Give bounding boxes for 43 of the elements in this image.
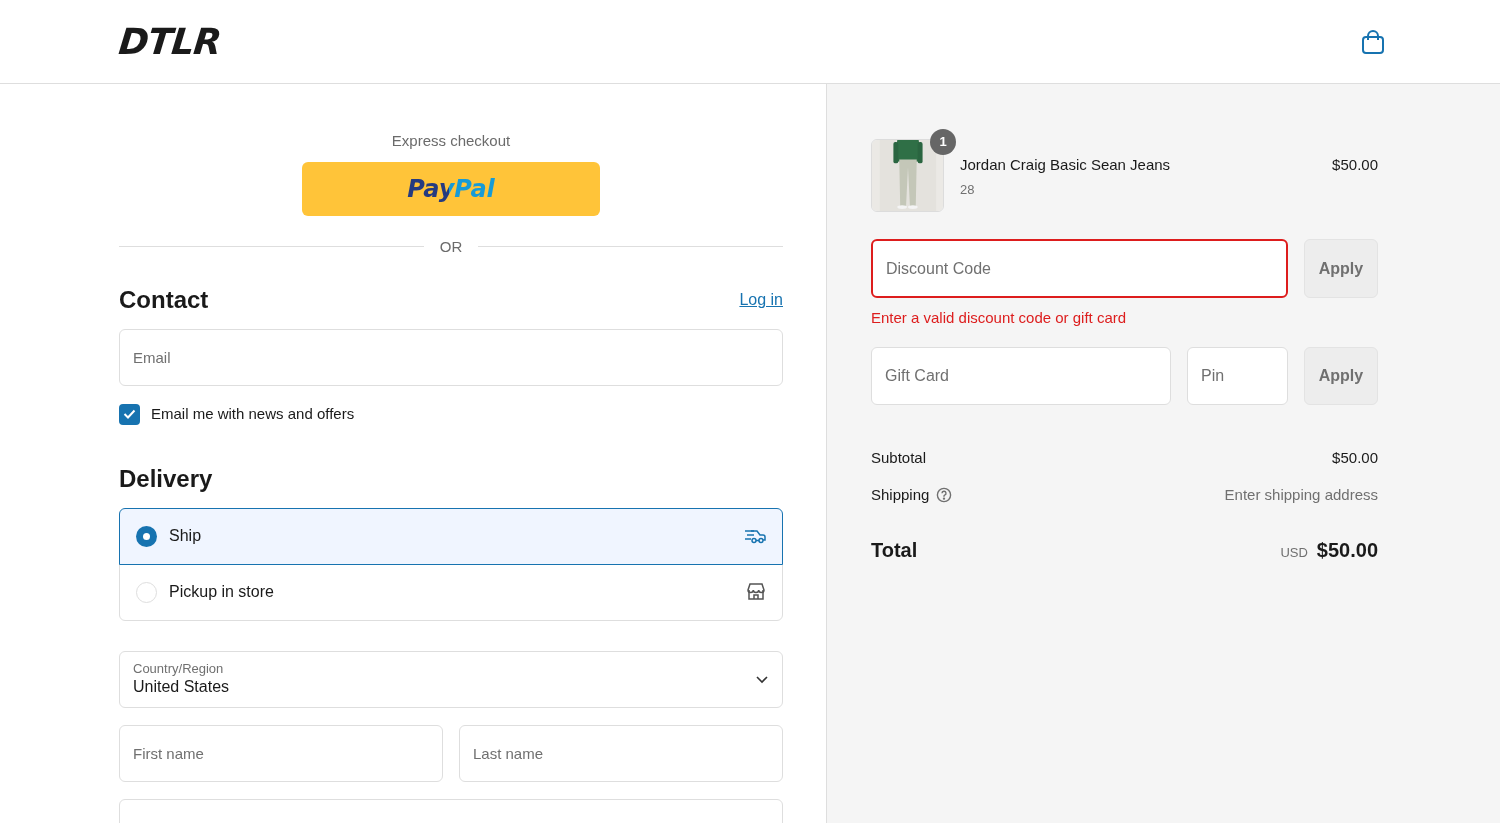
option-label: Pickup in store [169, 582, 275, 602]
shipping-value: Enter shipping address [1224, 485, 1378, 505]
checkbox-label: Email me with news and offers [151, 404, 355, 424]
apply-button[interactable]: Apply [1304, 346, 1378, 405]
radio-button[interactable] [136, 525, 157, 547]
help-icon[interactable] [936, 487, 953, 504]
field-label: Country/Region [133, 660, 225, 678]
product-name: Jordan Craig Basic Sean Jeans [960, 155, 1172, 175]
currency-label: USD [1280, 544, 1308, 562]
country-select[interactable]: Country/Region United States [119, 650, 783, 708]
total-label: Total [871, 537, 918, 563]
product-variant: 28 [960, 180, 976, 199]
chevron-down-icon [755, 674, 769, 684]
error-message: Enter a valid discount code or gift card [871, 308, 1128, 328]
delivery-option[interactable]: Ship [119, 507, 783, 565]
option-label: Ship [169, 526, 203, 546]
discount-code-field[interactable]: Discount Code [871, 239, 1288, 298]
radio-button[interactable] [136, 581, 157, 603]
section-heading: Contact [119, 288, 209, 312]
last-name-field[interactable]: Last name [459, 724, 783, 782]
first-name-field[interactable]: First name [119, 724, 443, 782]
checkbox[interactable] [119, 403, 140, 425]
shipping-label: Shipping [871, 485, 930, 505]
express-checkout-label: Express checkout [391, 131, 511, 151]
subtotal-value: $50.00 [1332, 447, 1378, 468]
pin-field[interactable]: Pin [1187, 346, 1288, 405]
divider-label: OR [439, 236, 463, 257]
product-price: $50.00 [1332, 155, 1378, 175]
quantity-badge: 1 [930, 129, 956, 155]
apply-button[interactable]: Apply [1304, 239, 1378, 298]
truck-icon [744, 528, 766, 544]
delivery-option[interactable]: Pickup in store [119, 563, 783, 621]
store-icon [746, 582, 766, 602]
total-value: $50.00 [1316, 537, 1378, 563]
field-value: United States [133, 677, 230, 698]
login-link[interactable]: Log in [739, 288, 783, 312]
email-field[interactable]: Email [119, 329, 783, 386]
checkmark-icon [123, 409, 136, 420]
shopping-bag-icon[interactable] [1361, 28, 1385, 55]
gift-card-field[interactable]: Gift Card [871, 346, 1171, 405]
logo[interactable]: DTLR [117, 23, 223, 60]
subtotal-label: Subtotal [871, 447, 927, 468]
section-heading: Delivery [119, 466, 214, 491]
